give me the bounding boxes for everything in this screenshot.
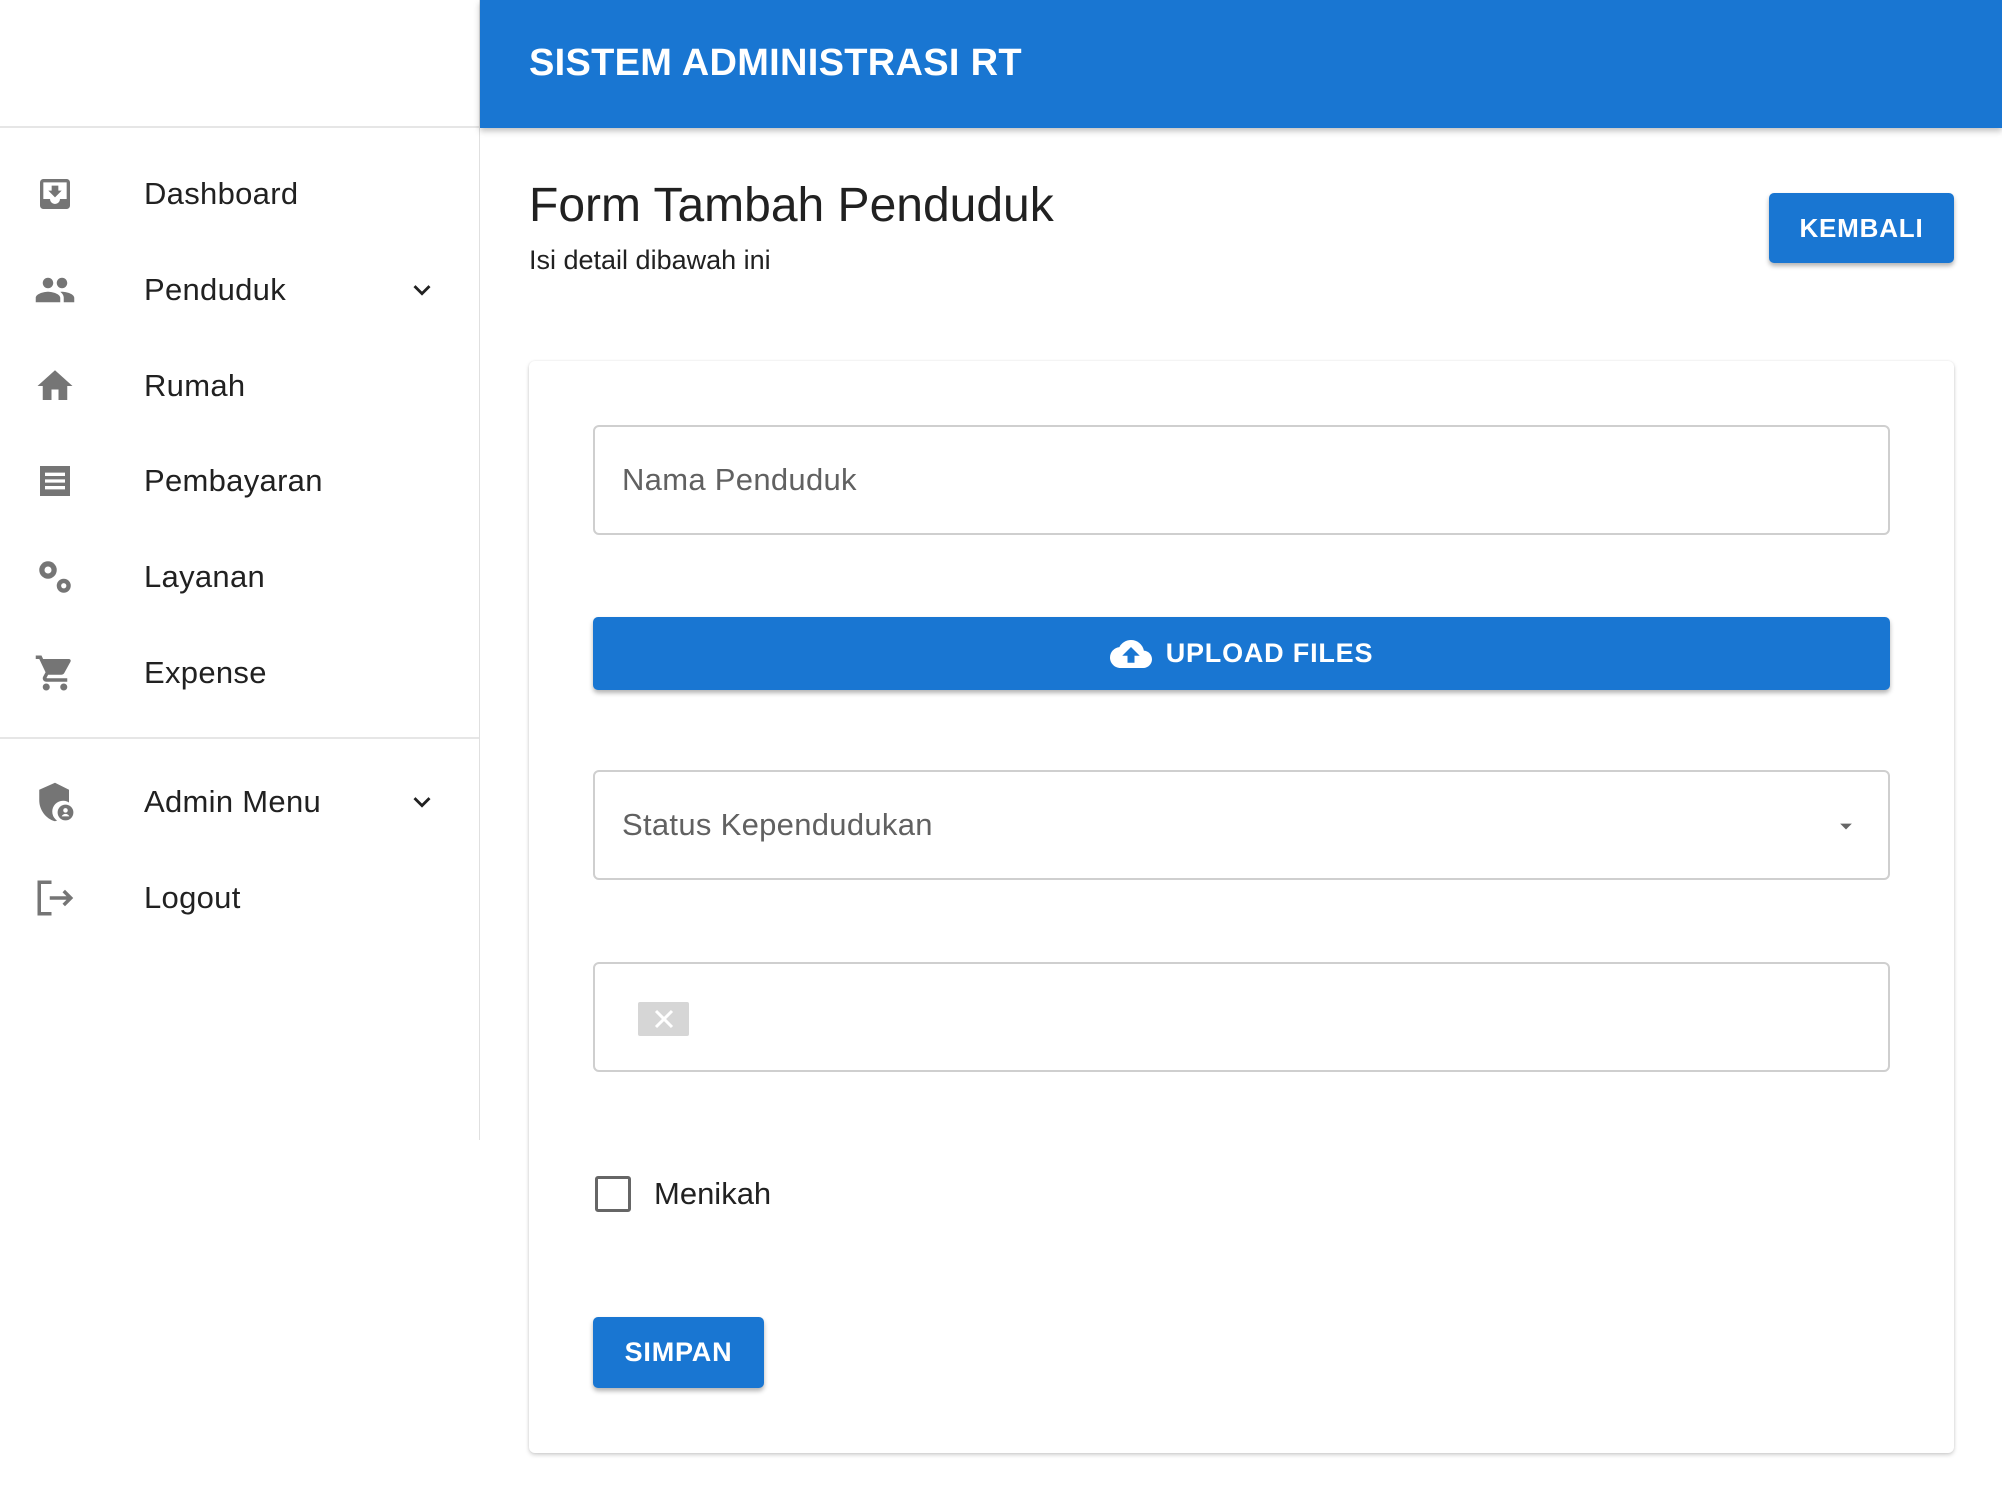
sidebar-item-label: Logout	[144, 880, 241, 915]
sidebar-item-label: Expense	[144, 655, 267, 690]
sidebar-item-expense[interactable]: Expense	[0, 625, 479, 721]
app-title: SISTEM ADMINISTRASI RT	[529, 42, 1022, 84]
chevron-down-icon[interactable]	[405, 273, 439, 307]
sidebar-item-rumah[interactable]: Rumah	[0, 338, 479, 434]
married-label: Menikah	[654, 1176, 772, 1211]
sidebar-logo-area	[0, 0, 479, 128]
sidebar-item-penduduk[interactable]: Penduduk	[0, 242, 479, 338]
name-placeholder: Nama Penduduk	[622, 462, 857, 497]
sidebar-item-label: Pembayaran	[144, 463, 323, 498]
save-button[interactable]: SIMPAN	[593, 1317, 764, 1388]
image-preview-field	[593, 962, 1890, 1072]
cart-icon	[34, 652, 76, 694]
sidebar-item-dashboard[interactable]: Dashboard	[0, 146, 479, 242]
upload-label: UPLOAD FILES	[1165, 638, 1374, 668]
sidebar-divider	[0, 737, 479, 739]
upload-files-button[interactable]: UPLOAD FILES	[593, 617, 1890, 690]
dropdown-arrow-icon	[1840, 823, 1852, 830]
sidebar-item-label: Rumah	[144, 368, 246, 403]
admin-shield-icon	[34, 781, 76, 823]
sidebar-item-label: Penduduk	[144, 272, 287, 307]
broken-image-icon	[638, 1002, 689, 1036]
page-subtitle: Isi detail dibawah ini	[529, 245, 771, 275]
chevron-down-icon[interactable]	[405, 785, 439, 819]
back-button[interactable]: KEMBALI	[1769, 193, 1954, 263]
sidebar-item-logout[interactable]: Logout	[0, 850, 479, 946]
sidebar-item-pembayaran[interactable]: Pembayaran	[0, 433, 479, 529]
name-input[interactable]: Nama Penduduk	[593, 425, 1890, 535]
status-placeholder: Status Kependudukan	[622, 807, 933, 842]
sidebar: Dashboard Penduduk Rumah Pembayaran Laya…	[0, 0, 480, 1140]
sidebar-item-label: Dashboard	[144, 176, 299, 211]
page-title: Form Tambah Penduduk	[529, 179, 1054, 232]
receipt-icon	[34, 460, 76, 502]
sidebar-item-admin-menu[interactable]: Admin Menu	[0, 754, 479, 850]
sidebar-item-label: Admin Menu	[144, 784, 322, 819]
app-header: SISTEM ADMINISTRASI RT	[480, 0, 2002, 128]
married-checkbox[interactable]	[595, 1176, 631, 1212]
dashboard-inbox-icon	[34, 173, 76, 215]
cloud-upload-icon	[1109, 639, 1152, 668]
people-icon	[34, 269, 76, 311]
logout-icon	[34, 877, 76, 919]
sidebar-item-layanan[interactable]: Layanan	[0, 529, 479, 625]
gears-icon	[34, 556, 76, 598]
home-icon	[34, 365, 76, 407]
sidebar-item-label: Layanan	[144, 559, 266, 594]
status-select[interactable]: Status Kependudukan	[593, 770, 1890, 880]
